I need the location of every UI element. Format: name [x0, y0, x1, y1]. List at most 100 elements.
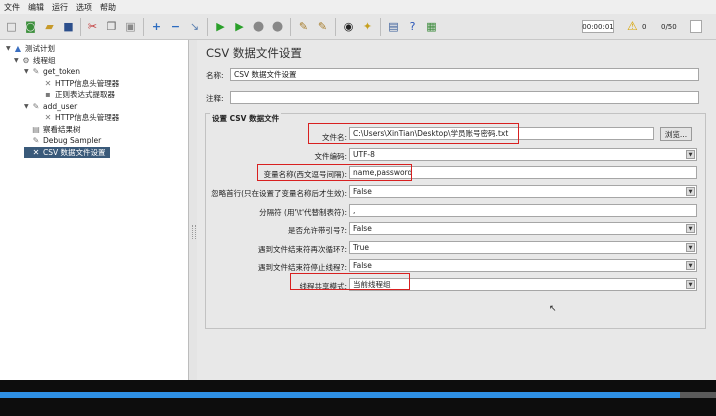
encoding-select[interactable]: UTF-8 ▼: [349, 148, 697, 161]
search-icon[interactable]: ◉: [341, 19, 356, 34]
toggle-icon[interactable]: ↘: [187, 19, 202, 34]
recycle-eof-label: 遇到文件结束符再次循环?:: [257, 245, 347, 254]
ignore-first-line-select[interactable]: False ▼: [349, 185, 697, 198]
csv-settings-group: [205, 113, 706, 329]
video-progress-bar[interactable]: [0, 392, 716, 398]
templates-icon[interactable]: ◙: [23, 19, 38, 34]
warning-count: 0: [642, 23, 647, 31]
open-icon[interactable]: ▰: [42, 19, 57, 34]
group-title: 设置 CSV 数据文件: [210, 113, 282, 124]
filename-highlight: [308, 123, 519, 144]
chevron-down-icon: ▼: [686, 243, 695, 252]
browse-button[interactable]: 浏览...: [660, 127, 692, 141]
tree-node[interactable]: ▼ ✎ get_token: [24, 66, 80, 77]
tree-node-label: HTTP信息头管理器: [55, 113, 120, 122]
quoted-data-label: 是否允许带引号?:: [287, 226, 347, 235]
reset-search-icon[interactable]: ✦: [360, 19, 375, 34]
save-icon[interactable]: ■: [61, 19, 76, 34]
tree-node[interactable]: ▪ 正则表达式提取器: [36, 89, 115, 100]
tree-node[interactable]: ✎ Debug Sampler: [24, 135, 102, 146]
menu-file[interactable]: 文件: [4, 2, 20, 13]
menu-help[interactable]: 帮助: [100, 2, 116, 13]
stop-icon[interactable]: ●: [251, 19, 266, 34]
recycle-eof-value: True: [353, 243, 369, 252]
menu-run[interactable]: 运行: [52, 2, 68, 13]
help-icon[interactable]: ?: [405, 19, 420, 34]
encoding-value: UTF-8: [353, 150, 375, 159]
wrench-icon: ✕: [44, 78, 52, 88]
function-helper-icon[interactable]: ▤: [386, 19, 401, 34]
expand-icon[interactable]: +: [149, 19, 164, 34]
comment-field[interactable]: [230, 91, 699, 104]
stop-thread-eof-label: 遇到文件结束符停止线程?:: [257, 263, 347, 272]
expand-toggle-icon[interactable]: ▼: [6, 45, 13, 52]
chevron-down-icon: ▼: [686, 261, 695, 270]
collapse-icon[interactable]: −: [168, 19, 183, 34]
tree-node-label: 测试计划: [25, 44, 55, 53]
menu-options[interactable]: 选项: [76, 2, 92, 13]
stop-thread-eof-select[interactable]: False ▼: [349, 259, 697, 272]
pane-splitter[interactable]: [189, 40, 197, 380]
gear-icon: ⚙: [22, 55, 30, 65]
name-field[interactable]: CSV 数据文件设置: [230, 68, 699, 81]
remote-icon[interactable]: ▦: [424, 19, 439, 34]
tree-node[interactable]: ✕ HTTP信息头管理器: [36, 112, 120, 123]
stop-thread-eof-value: False: [353, 261, 372, 270]
mouse-cursor-icon: ↖: [549, 304, 557, 314]
chevron-down-icon: ▼: [686, 187, 695, 196]
shutdown-icon[interactable]: ●: [270, 19, 285, 34]
quoted-data-select[interactable]: False ▼: [349, 222, 697, 235]
copy-icon[interactable]: ❐: [104, 19, 119, 34]
varnames-highlight: [257, 164, 412, 181]
new-icon[interactable]: □: [4, 19, 19, 34]
tree-node[interactable]: ▼ ✎ add_user: [24, 101, 77, 112]
tree-node[interactable]: ✕ CSV 数据文件设置: [24, 146, 110, 158]
chevron-down-icon: ▼: [686, 150, 695, 159]
tree-node-label: HTTP信息头管理器: [55, 78, 120, 88]
tree-node-label: Debug Sampler: [43, 136, 102, 145]
recycle-eof-select[interactable]: True ▼: [349, 241, 697, 254]
video-progress-fill: [0, 392, 681, 398]
tree-node-label: CSV 数据文件设置: [43, 147, 106, 157]
active-threads: 0/50: [661, 23, 677, 31]
pen-icon: ✎: [32, 136, 40, 145]
tree-node[interactable]: ▼ ⚙ 线程组: [14, 55, 56, 66]
tree-node-label: add_user: [43, 101, 78, 111]
tree-node-label: 察看结果树: [43, 124, 81, 134]
menu-edit[interactable]: 编辑: [28, 2, 44, 13]
menu-bar: 文件 编辑 运行 选项 帮助: [0, 0, 716, 14]
expand-toggle-icon[interactable]: ▼: [14, 57, 21, 64]
sharing-mode-highlight: [290, 273, 410, 290]
pen-icon: ✎: [32, 101, 40, 111]
elapsed-timer: 00:00:01: [582, 20, 614, 33]
wrench-icon: ✕: [44, 113, 52, 122]
cut-icon[interactable]: ✂: [85, 19, 100, 34]
start-icon[interactable]: ▶: [213, 19, 228, 34]
paste-icon[interactable]: ▣: [123, 19, 138, 34]
chevron-down-icon: ▼: [686, 224, 695, 233]
csv-config-panel: CSV 数据文件设置 名称: CSV 数据文件设置 注释: 设置 CSV 数据文…: [197, 40, 716, 380]
name-label: 名称:: [206, 71, 224, 80]
quoted-data-value: False: [353, 224, 372, 233]
jmeter-window: 文件 编辑 运行 选项 帮助 □ ◙ ▰ ■ ✂ ❐ ▣ + − ↘ ▶ ▶ ●…: [0, 0, 716, 380]
expand-toggle-icon[interactable]: ▼: [24, 103, 31, 110]
pen-icon: ✎: [32, 67, 40, 76]
toolbar: □ ◙ ▰ ■ ✂ ❐ ▣ + − ↘ ▶ ▶ ● ● ✎ ✎ ◉ ✦ ▤ ? …: [0, 14, 716, 40]
threads-indicator: [690, 20, 702, 33]
tree-node[interactable]: ✕ HTTP信息头管理器: [36, 78, 120, 89]
tree-node-label: 正则表达式提取器: [55, 90, 115, 99]
ignore-first-line-label: 忽略首行(只在设置了变量名称后才生效):: [211, 189, 347, 198]
warning-icon[interactable]: ⚠: [627, 19, 638, 33]
clear-all-icon[interactable]: ✎: [315, 19, 330, 34]
expand-toggle-icon[interactable]: ▼: [24, 68, 31, 75]
tree-node[interactable]: ▤ 察看结果树: [24, 124, 81, 135]
delimiter-field[interactable]: ,: [349, 204, 697, 217]
wrench-icon: ✕: [32, 147, 40, 157]
clear-icon[interactable]: ✎: [296, 19, 311, 34]
tree-node[interactable]: ▼ ▲ 测试计划: [6, 43, 55, 54]
tree-node-label: get_token: [43, 67, 81, 76]
ignore-first-line-value: False: [353, 187, 372, 196]
tree-node-label: 线程组: [33, 55, 56, 65]
start-no-pause-icon[interactable]: ▶: [232, 19, 247, 34]
tag-icon: ▪: [45, 90, 51, 99]
